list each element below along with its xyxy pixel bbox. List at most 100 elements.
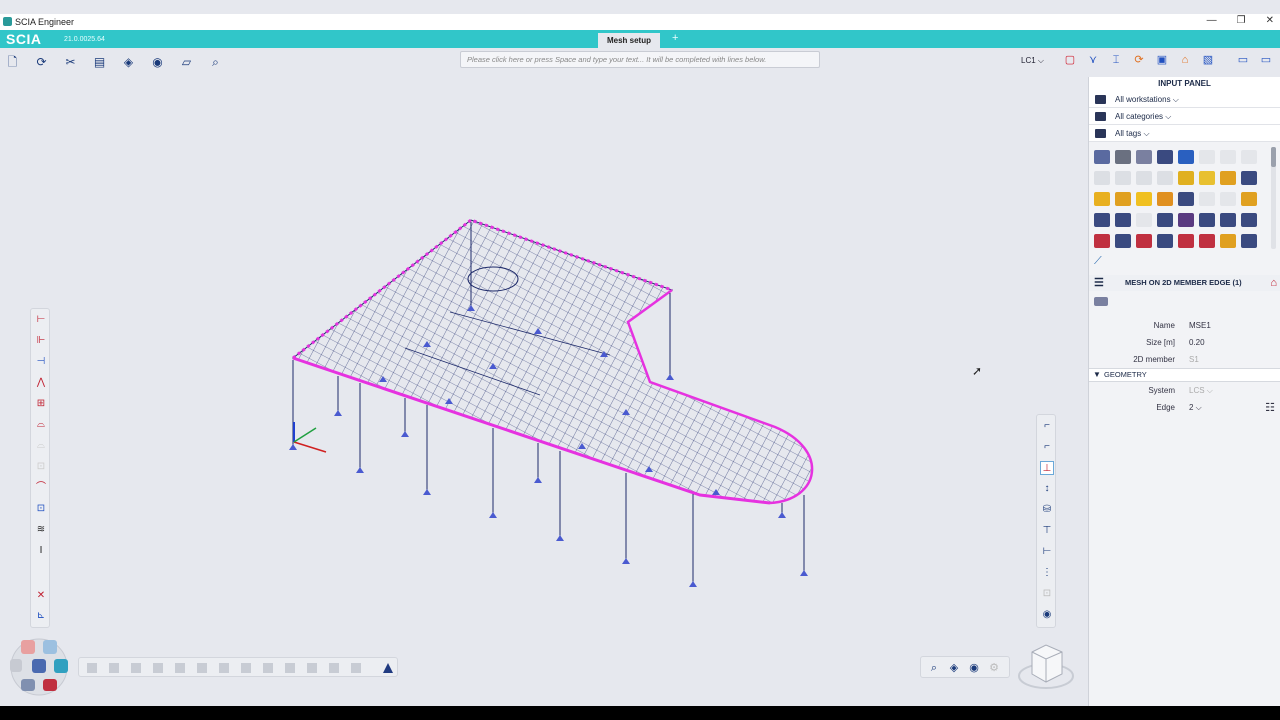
palette-item[interactable] — [1220, 213, 1236, 227]
palette-item[interactable] — [1241, 192, 1257, 206]
load-point-icon[interactable]: ⊤ — [1040, 524, 1054, 538]
view-cube[interactable] — [1016, 634, 1078, 696]
restore-button[interactable]: ❐ — [1237, 15, 1246, 26]
palette-item[interactable] — [1178, 150, 1194, 164]
view-icon[interactable]: ◉ — [149, 54, 166, 70]
palette-item[interactable] — [1094, 171, 1110, 185]
project-icon[interactable]: ▤ — [91, 54, 108, 70]
name-field[interactable]: MSE1 — [1189, 321, 1211, 330]
model-viewport[interactable] — [0, 72, 1085, 706]
joint-icon[interactable]: ⌐ — [1040, 419, 1054, 433]
palette-item[interactable] — [1094, 150, 1110, 164]
palette-item[interactable] — [1199, 213, 1215, 227]
stack-tool-icon[interactable]: ≋ — [34, 523, 48, 537]
measure-tool-icon[interactable]: ⊾ — [34, 609, 48, 623]
workstations-filter[interactable]: All workstations ⌵ — [1089, 91, 1280, 108]
palette-item[interactable] — [1157, 192, 1173, 206]
palette-item[interactable] — [1136, 213, 1152, 227]
document-icon[interactable]: ▧ — [1200, 53, 1216, 68]
line-tool-icon[interactable]: ⟋ — [1094, 255, 1102, 268]
frame-icon[interactable]: ⊡ — [1040, 587, 1054, 601]
palette-item[interactable] — [1115, 234, 1131, 248]
palette-item[interactable] — [1115, 171, 1131, 185]
palette-item[interactable] — [1241, 213, 1257, 227]
minimize-button[interactable]: — — [1207, 15, 1217, 26]
palette-item[interactable] — [1199, 192, 1215, 206]
analysis-icon[interactable]: ⌶ — [1108, 53, 1124, 68]
palette-item[interactable] — [1157, 171, 1173, 185]
command-input[interactable]: Please click here or press Space and typ… — [460, 51, 820, 68]
screen-icon[interactable]: ▭ — [1235, 53, 1251, 68]
open-file-icon[interactable]: ⟳ — [33, 54, 50, 70]
palette-item[interactable] — [1136, 234, 1152, 248]
palette-item[interactable] — [1241, 234, 1257, 248]
tools-icon[interactable]: ✂ — [62, 54, 79, 70]
database-icon[interactable]: ⛁ — [1040, 503, 1054, 517]
eraser-icon[interactable] — [1094, 297, 1108, 306]
palette-scroll-thumb[interactable] — [1271, 147, 1276, 167]
collapse-icon[interactable]: ⌂ — [1270, 275, 1277, 291]
bar-icon[interactable]: ⊢ — [1040, 545, 1054, 559]
palette-item[interactable] — [1157, 150, 1173, 164]
zoom-icon[interactable]: ⌕ — [926, 660, 942, 676]
delete-tool-icon[interactable]: ✕ — [34, 589, 48, 603]
palette-item[interactable] — [1199, 171, 1215, 185]
palette-item[interactable] — [1136, 150, 1152, 164]
palette-item[interactable] — [1157, 234, 1173, 248]
palette-item[interactable] — [1115, 213, 1131, 227]
node-tool-icon[interactable]: ⊢ — [34, 313, 48, 327]
palette-item[interactable] — [1199, 234, 1215, 248]
palette-item[interactable] — [1220, 234, 1236, 248]
tab-mesh-setup[interactable]: Mesh setup — [598, 33, 660, 48]
load-icon[interactable]: ⋎ — [1085, 53, 1101, 68]
palette-item[interactable] — [1220, 150, 1236, 164]
close-button[interactable]: ✕ — [1266, 15, 1274, 26]
geometry-section[interactable]: ▼ GEOMETRY — [1089, 368, 1280, 382]
palette-scrollbar[interactable] — [1271, 147, 1276, 249]
hinge-icon[interactable]: ⌐ — [1040, 440, 1054, 454]
visibility-icon[interactable]: ◉ — [966, 660, 982, 676]
curve-tool-icon[interactable]: ⌒ — [34, 481, 48, 495]
arc-tool-icon[interactable]: ⌓ — [34, 418, 48, 432]
tags-filter[interactable]: All tags ⌵ — [1089, 125, 1280, 142]
palette-item[interactable] — [1178, 234, 1194, 248]
palette-item[interactable] — [1178, 171, 1194, 185]
view-3d-icon[interactable]: ◈ — [946, 660, 962, 676]
palette-item[interactable] — [1241, 150, 1257, 164]
house-icon[interactable]: ⌂ — [1177, 53, 1193, 68]
palette-item[interactable] — [1220, 192, 1236, 206]
palette-item[interactable] — [1115, 150, 1131, 164]
palette-item[interactable] — [1136, 171, 1152, 185]
palette-item[interactable] — [1220, 171, 1236, 185]
categories-filter[interactable]: All categories ⌵ — [1089, 108, 1280, 125]
structure-icon[interactable]: ▢ — [1062, 53, 1078, 68]
split-tool-icon[interactable]: ⊞ — [34, 397, 48, 411]
display-icon[interactable]: ▭ — [1258, 53, 1274, 68]
navigation-wheel[interactable] — [4, 636, 74, 698]
region-tool-icon[interactable]: ⊡ — [34, 502, 48, 516]
palette-item[interactable] — [1199, 150, 1215, 164]
plate-tool-icon[interactable]: ⊣ — [34, 355, 48, 369]
arrow-icon[interactable]: ↕ — [1040, 482, 1054, 496]
model-icon[interactable]: ◈ — [120, 54, 137, 70]
palette-item[interactable] — [1094, 192, 1110, 206]
text-tool-icon[interactable]: I — [34, 544, 48, 558]
palette-item[interactable] — [1241, 171, 1257, 185]
settings-icon[interactable]: ⚙ — [986, 660, 1002, 676]
member-tool-icon[interactable]: ⊩ — [34, 334, 48, 348]
new-file-icon[interactable]: 🗋 — [4, 54, 21, 70]
beam-tool-icon[interactable]: ⋀ — [34, 376, 48, 390]
eye-icon[interactable]: ◉ — [1040, 608, 1054, 622]
palette-item[interactable] — [1136, 192, 1152, 206]
refresh-icon[interactable]: ⟳ — [1131, 53, 1147, 68]
support-icon[interactable]: ⊥ — [1040, 461, 1054, 475]
palette-item[interactable] — [1094, 213, 1110, 227]
palette-item[interactable] — [1178, 213, 1194, 227]
grid-icon[interactable]: ⋮ — [1040, 566, 1054, 580]
search-icon[interactable]: ⌕ — [207, 54, 224, 70]
load-case-select[interactable]: LC1 ⌵ — [1021, 56, 1044, 66]
size-field[interactable]: 0.20 — [1189, 338, 1205, 347]
edge-select[interactable]: 2 ⌵ — [1189, 403, 1202, 413]
results-icon[interactable]: ▣ — [1154, 53, 1170, 68]
menu-icon[interactable]: ☰ — [1094, 275, 1104, 291]
